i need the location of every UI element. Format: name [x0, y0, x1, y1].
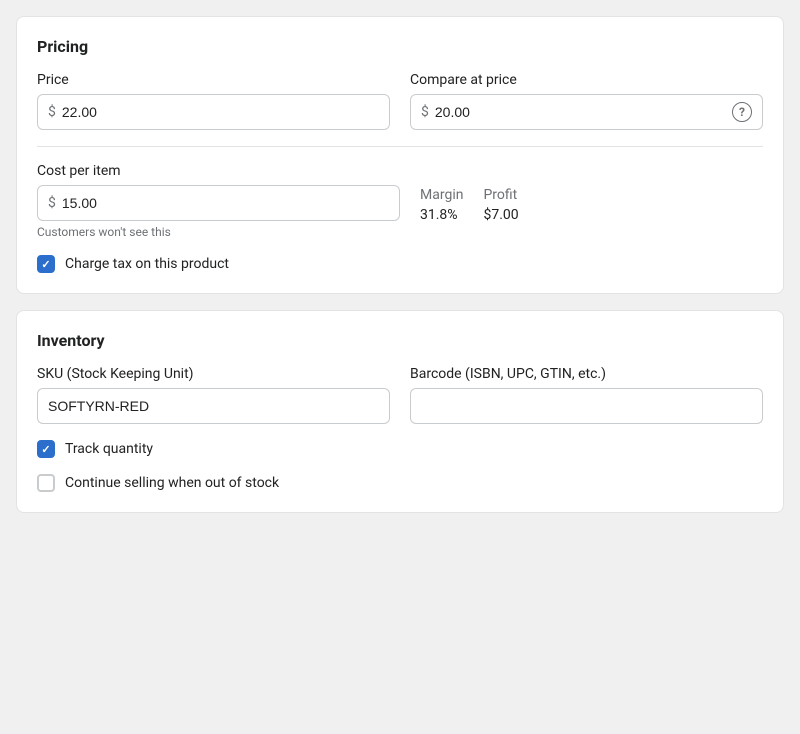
compare-price-label: Compare at price — [410, 72, 763, 88]
cost-hint: Customers won't see this — [37, 225, 400, 239]
margin-profit-group: Margin 31.8% Profit $7.00 — [420, 163, 763, 223]
margin-label: Margin — [420, 187, 463, 203]
track-qty-label: Track quantity — [65, 441, 153, 457]
profit-group: Profit $7.00 — [483, 187, 518, 223]
charge-tax-checkbox[interactable]: ✓ — [37, 255, 55, 273]
cost-section: Cost per item $ Customers won't see this… — [37, 163, 763, 239]
compare-price-help-icon[interactable]: ? — [732, 102, 752, 122]
track-qty-row[interactable]: ✓ Track quantity — [37, 440, 763, 458]
cost-label: Cost per item — [37, 163, 121, 179]
track-qty-checkmark: ✓ — [41, 444, 50, 455]
pricing-card: Pricing Price $ Compare at price $ ? Cos… — [16, 16, 784, 294]
inventory-card: Inventory SKU (Stock Keeping Unit) Barco… — [16, 310, 784, 513]
cost-input-wrapper[interactable]: $ — [37, 185, 400, 221]
charge-tax-checkmark: ✓ — [41, 259, 50, 270]
charge-tax-row[interactable]: ✓ Charge tax on this product — [37, 255, 763, 273]
continue-selling-row[interactable]: ✓ Continue selling when out of stock — [37, 474, 763, 492]
price-label: Price — [37, 72, 390, 88]
price-input-wrapper[interactable]: $ — [37, 94, 390, 130]
cost-currency-symbol: $ — [48, 195, 56, 211]
inventory-title: Inventory — [37, 331, 763, 350]
track-qty-checkbox[interactable]: ✓ — [37, 440, 55, 458]
price-group: Price $ — [37, 72, 390, 130]
barcode-group: Barcode (ISBN, UPC, GTIN, etc.) — [410, 366, 763, 424]
cost-group: Cost per item $ Customers won't see this — [37, 163, 400, 239]
profit-label: Profit — [483, 187, 518, 203]
barcode-label: Barcode (ISBN, UPC, GTIN, etc.) — [410, 366, 763, 382]
barcode-input[interactable] — [410, 388, 763, 424]
sku-group: SKU (Stock Keeping Unit) — [37, 366, 390, 424]
pricing-divider — [37, 146, 763, 147]
compare-currency-symbol: $ — [421, 104, 429, 120]
profit-value: $7.00 — [483, 207, 518, 223]
sku-label: SKU (Stock Keeping Unit) — [37, 366, 390, 382]
continue-selling-checkbox[interactable]: ✓ — [37, 474, 55, 492]
sku-input[interactable] — [37, 388, 390, 424]
compare-price-input[interactable] — [435, 104, 732, 120]
continue-selling-label: Continue selling when out of stock — [65, 475, 279, 491]
sku-barcode-row: SKU (Stock Keeping Unit) Barcode (ISBN, … — [37, 366, 763, 424]
margin-group: Margin 31.8% — [420, 187, 463, 223]
margin-value: 31.8% — [420, 207, 463, 223]
price-row: Price $ Compare at price $ ? — [37, 72, 763, 130]
price-input[interactable] — [62, 104, 379, 120]
pricing-title: Pricing — [37, 37, 763, 56]
compare-price-group: Compare at price $ ? — [410, 72, 763, 130]
charge-tax-label: Charge tax on this product — [65, 256, 229, 272]
cost-input[interactable] — [62, 195, 389, 211]
compare-price-input-wrapper[interactable]: $ ? — [410, 94, 763, 130]
price-currency-symbol: $ — [48, 104, 56, 120]
